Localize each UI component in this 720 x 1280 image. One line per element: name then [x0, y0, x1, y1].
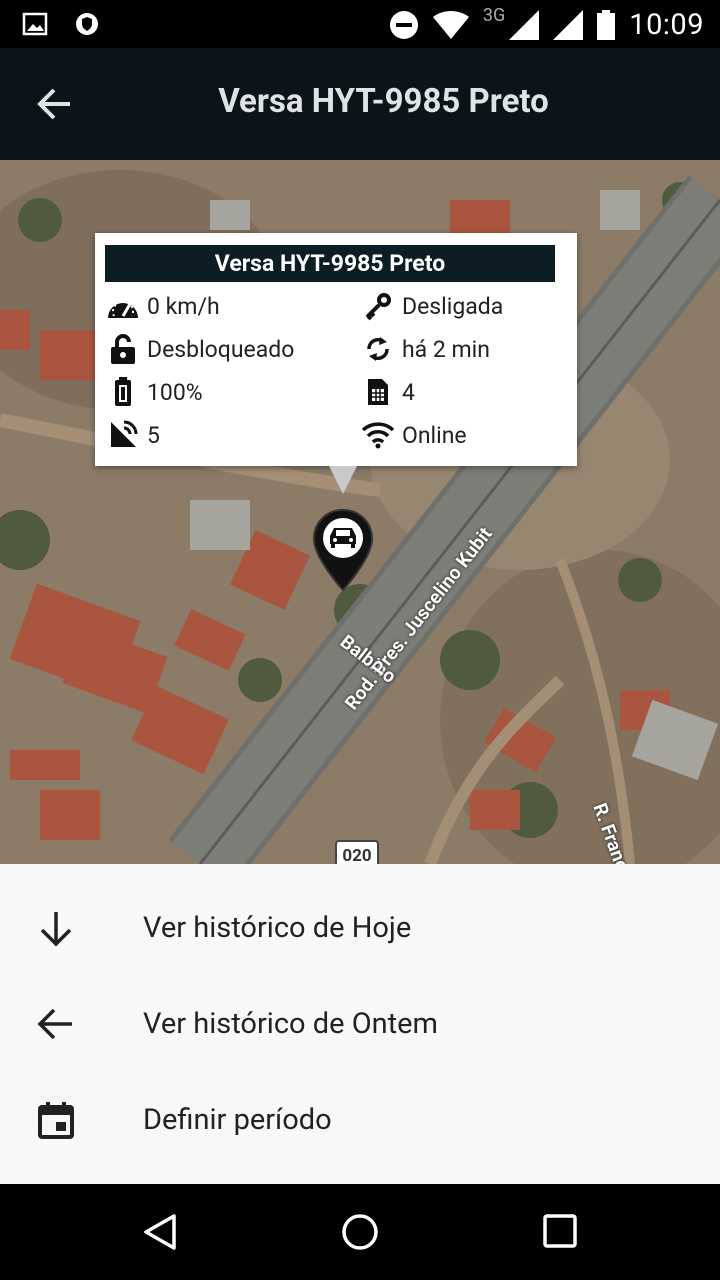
- ignition-value: Desligada: [402, 292, 504, 320]
- sim-value: 4: [402, 378, 415, 406]
- recents-square-icon[interactable]: [541, 1212, 581, 1252]
- lock-item: Desbloqueado: [105, 334, 294, 364]
- speed-value: 0 km/h: [147, 292, 220, 320]
- wifi-icon: [432, 11, 469, 39]
- info-window-title: Versa HYT-9985 Preto: [105, 245, 555, 282]
- refresh-icon: [360, 334, 396, 364]
- signal-icon: [509, 10, 540, 40]
- arrow-down-icon: [40, 912, 72, 947]
- unlock-icon: [105, 334, 141, 364]
- history-yesterday-label: Ver histórico de Ontem: [143, 1007, 438, 1041]
- page-title: Versa HYT-9985 Preto: [218, 82, 549, 121]
- satellite-dish-icon: [105, 420, 141, 450]
- key-icon: [360, 291, 396, 321]
- ignition-item: Desligada: [360, 291, 503, 321]
- battery-icon: [597, 10, 616, 40]
- define-period-label: Definir período: [143, 1103, 332, 1137]
- satellite-value: 5: [147, 421, 160, 449]
- satellite-item: 5: [105, 420, 160, 450]
- car-marker-icon[interactable]: [312, 508, 374, 592]
- connection-item: Online: [360, 420, 467, 450]
- battery-value: 100%: [147, 378, 203, 406]
- home-circle-icon[interactable]: [340, 1212, 380, 1252]
- sim-card-icon: [360, 377, 396, 407]
- history-today-item[interactable]: Ver histórico de Hoje: [0, 880, 720, 976]
- highway-shield: 020: [335, 840, 379, 864]
- vehicle-info-window[interactable]: Versa HYT-9985 Preto 0 km/h Desligada De…: [95, 233, 577, 494]
- arrow-left-icon: [37, 1008, 72, 1040]
- app-bar: Versa HYT-9985 Preto: [0, 48, 720, 160]
- bottom-sheet: Ver histórico de Hoje Ver histórico de O…: [0, 864, 720, 1184]
- navigation-bar: [0, 1184, 720, 1280]
- battery-item: 100%: [105, 377, 203, 407]
- define-period-item[interactable]: Definir período: [0, 1072, 720, 1168]
- signal-icon: [553, 10, 584, 40]
- history-today-label: Ver histórico de Hoje: [143, 911, 412, 945]
- connection-value: Online: [402, 421, 467, 449]
- info-window-pointer: [329, 466, 357, 494]
- update-value: há 2 min: [402, 335, 490, 363]
- network-type: 3G: [482, 4, 506, 26]
- wifi-icon: [360, 420, 396, 450]
- battery-charging-icon: [105, 377, 141, 407]
- lock-value: Desbloqueado: [147, 335, 295, 363]
- speedometer-icon: [105, 291, 141, 321]
- calendar-icon: [38, 1102, 74, 1139]
- update-item: há 2 min: [360, 334, 490, 364]
- image-icon: [22, 12, 48, 36]
- shield-icon: [76, 13, 98, 35]
- clock: 10:09: [629, 8, 704, 42]
- sim-item: 4: [360, 377, 415, 407]
- back-triangle-icon[interactable]: [140, 1212, 180, 1252]
- speed-item: 0 km/h: [105, 291, 220, 321]
- history-yesterday-item[interactable]: Ver histórico de Ontem: [0, 976, 720, 1072]
- do-not-disturb-icon: [389, 11, 418, 39]
- status-bar: 3G 10:09: [0, 0, 720, 48]
